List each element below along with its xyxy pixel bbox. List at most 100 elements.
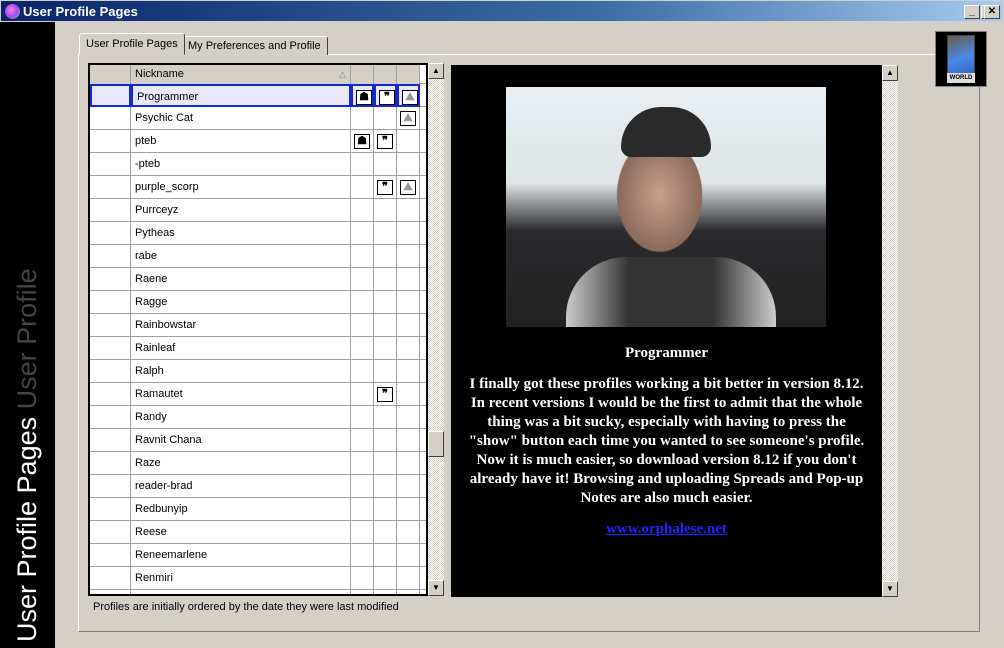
cell[interactable] [351, 222, 374, 245]
profile-link[interactable]: www.orphalese.net [451, 521, 882, 538]
table-row[interactable]: Purrceyz [90, 199, 426, 222]
nickname-cell[interactable]: Renmiri [131, 567, 351, 590]
cell[interactable] [397, 360, 420, 383]
avatar-icon[interactable]: ☗ [354, 134, 370, 149]
cell[interactable] [351, 153, 374, 176]
nickname-cell[interactable]: rabe [131, 245, 351, 268]
table-row[interactable]: Ralph [90, 360, 426, 383]
nickname-cell[interactable]: Randy [131, 406, 351, 429]
cell[interactable] [90, 107, 131, 130]
cell[interactable] [374, 153, 397, 176]
cell[interactable] [90, 199, 131, 222]
table-row[interactable]: pteb ☗ ❞ [90, 130, 426, 153]
table-scrollbar[interactable]: ▲ ▼ [428, 63, 444, 596]
cell[interactable] [351, 475, 374, 498]
cell[interactable] [374, 498, 397, 521]
cell[interactable] [90, 222, 131, 245]
nickname-cell[interactable]: Reneemarlene [131, 544, 351, 567]
cell[interactable] [397, 567, 420, 590]
cell[interactable] [374, 268, 397, 291]
nickname-cell[interactable]: pteb [131, 130, 351, 153]
cell[interactable] [397, 544, 420, 567]
table-row[interactable]: Reneemarlene [90, 544, 426, 567]
cell[interactable] [90, 383, 131, 406]
cell[interactable] [90, 429, 131, 452]
cell[interactable] [374, 360, 397, 383]
cell[interactable] [351, 452, 374, 475]
cell[interactable] [374, 291, 397, 314]
scroll-up-button[interactable]: ▲ [428, 63, 444, 79]
profile-scrollbar[interactable]: ▲ ▼ [882, 65, 898, 597]
cell[interactable] [90, 268, 131, 291]
nickname-cell[interactable]: purple_scorp [131, 176, 351, 199]
cell[interactable]: ❞ [374, 130, 397, 153]
header-nickname[interactable]: Nickname △ [131, 65, 351, 84]
scroll-thumb[interactable] [428, 431, 444, 457]
picture-icon[interactable]: ⛰ [400, 180, 416, 195]
cell[interactable] [397, 314, 420, 337]
cell[interactable] [90, 314, 131, 337]
scroll-down-button[interactable]: ▼ [428, 580, 444, 596]
table-row[interactable]: Raze [90, 452, 426, 475]
table-row[interactable]: rabe [90, 245, 426, 268]
cell[interactable] [397, 590, 420, 594]
scroll-down-button[interactable]: ▼ [882, 581, 898, 597]
nickname-cell[interactable]: Psychic Cat [131, 107, 351, 130]
table-row[interactable]: Rainleaf [90, 337, 426, 360]
quote-icon[interactable]: ❞ [377, 387, 393, 402]
header-avatar[interactable] [351, 65, 374, 84]
table-row[interactable]: -pteb [90, 153, 426, 176]
header-picture[interactable] [397, 65, 420, 84]
nickname-cell[interactable]: -pteb [131, 153, 351, 176]
table-row[interactable]: Redbunyip [90, 498, 426, 521]
quote-icon[interactable]: ❞ [377, 134, 393, 149]
cell[interactable] [374, 314, 397, 337]
quote-icon[interactable]: ❞ [379, 90, 395, 105]
cell[interactable] [374, 521, 397, 544]
cell[interactable] [374, 406, 397, 429]
header-quote[interactable] [374, 65, 397, 84]
nickname-cell[interactable]: Rainleaf [131, 337, 351, 360]
cell[interactable] [351, 337, 374, 360]
cell[interactable] [397, 383, 420, 406]
cell[interactable] [397, 245, 420, 268]
cell[interactable] [374, 452, 397, 475]
quote-icon[interactable]: ❞ [377, 180, 393, 195]
cell[interactable] [90, 544, 131, 567]
cell[interactable]: ⛰ [397, 176, 420, 199]
tab-my-preferences[interactable]: My Preferences and Profile [181, 36, 328, 55]
cell[interactable] [90, 130, 131, 153]
nickname-cell[interactable]: Pytheas [131, 222, 351, 245]
cell[interactable] [90, 337, 131, 360]
nickname-cell[interactable]: Raze [131, 452, 351, 475]
table-row[interactable]: Ramautet ❞ [90, 383, 426, 406]
cell[interactable] [397, 475, 420, 498]
nickname-cell[interactable]: Rainbowstar [131, 314, 351, 337]
cell[interactable]: ❞ [374, 84, 397, 107]
cell[interactable] [90, 84, 131, 107]
cell[interactable] [397, 429, 420, 452]
cell[interactable] [351, 521, 374, 544]
cell[interactable] [397, 153, 420, 176]
cell[interactable] [351, 245, 374, 268]
scroll-up-button[interactable]: ▲ [882, 65, 898, 81]
cell[interactable] [351, 498, 374, 521]
close-button[interactable]: ✕ [984, 5, 1000, 19]
nickname-cell[interactable]: Reese [131, 521, 351, 544]
cell[interactable] [351, 544, 374, 567]
cell[interactable] [374, 567, 397, 590]
nickname-cell[interactable]: reader-brad [131, 475, 351, 498]
cell[interactable] [351, 291, 374, 314]
cell[interactable] [397, 291, 420, 314]
cell[interactable] [90, 567, 131, 590]
table-row[interactable]: Psychic Cat ⛰ [90, 107, 426, 130]
table-row[interactable]: Ragge [90, 291, 426, 314]
cell[interactable] [351, 107, 374, 130]
cell[interactable] [374, 245, 397, 268]
cell[interactable] [90, 360, 131, 383]
minimize-button[interactable]: _ [964, 5, 980, 19]
cell[interactable]: ☗ [351, 84, 374, 107]
nickname-cell[interactable]: Raene [131, 268, 351, 291]
cell[interactable] [90, 590, 131, 594]
cell[interactable] [351, 567, 374, 590]
